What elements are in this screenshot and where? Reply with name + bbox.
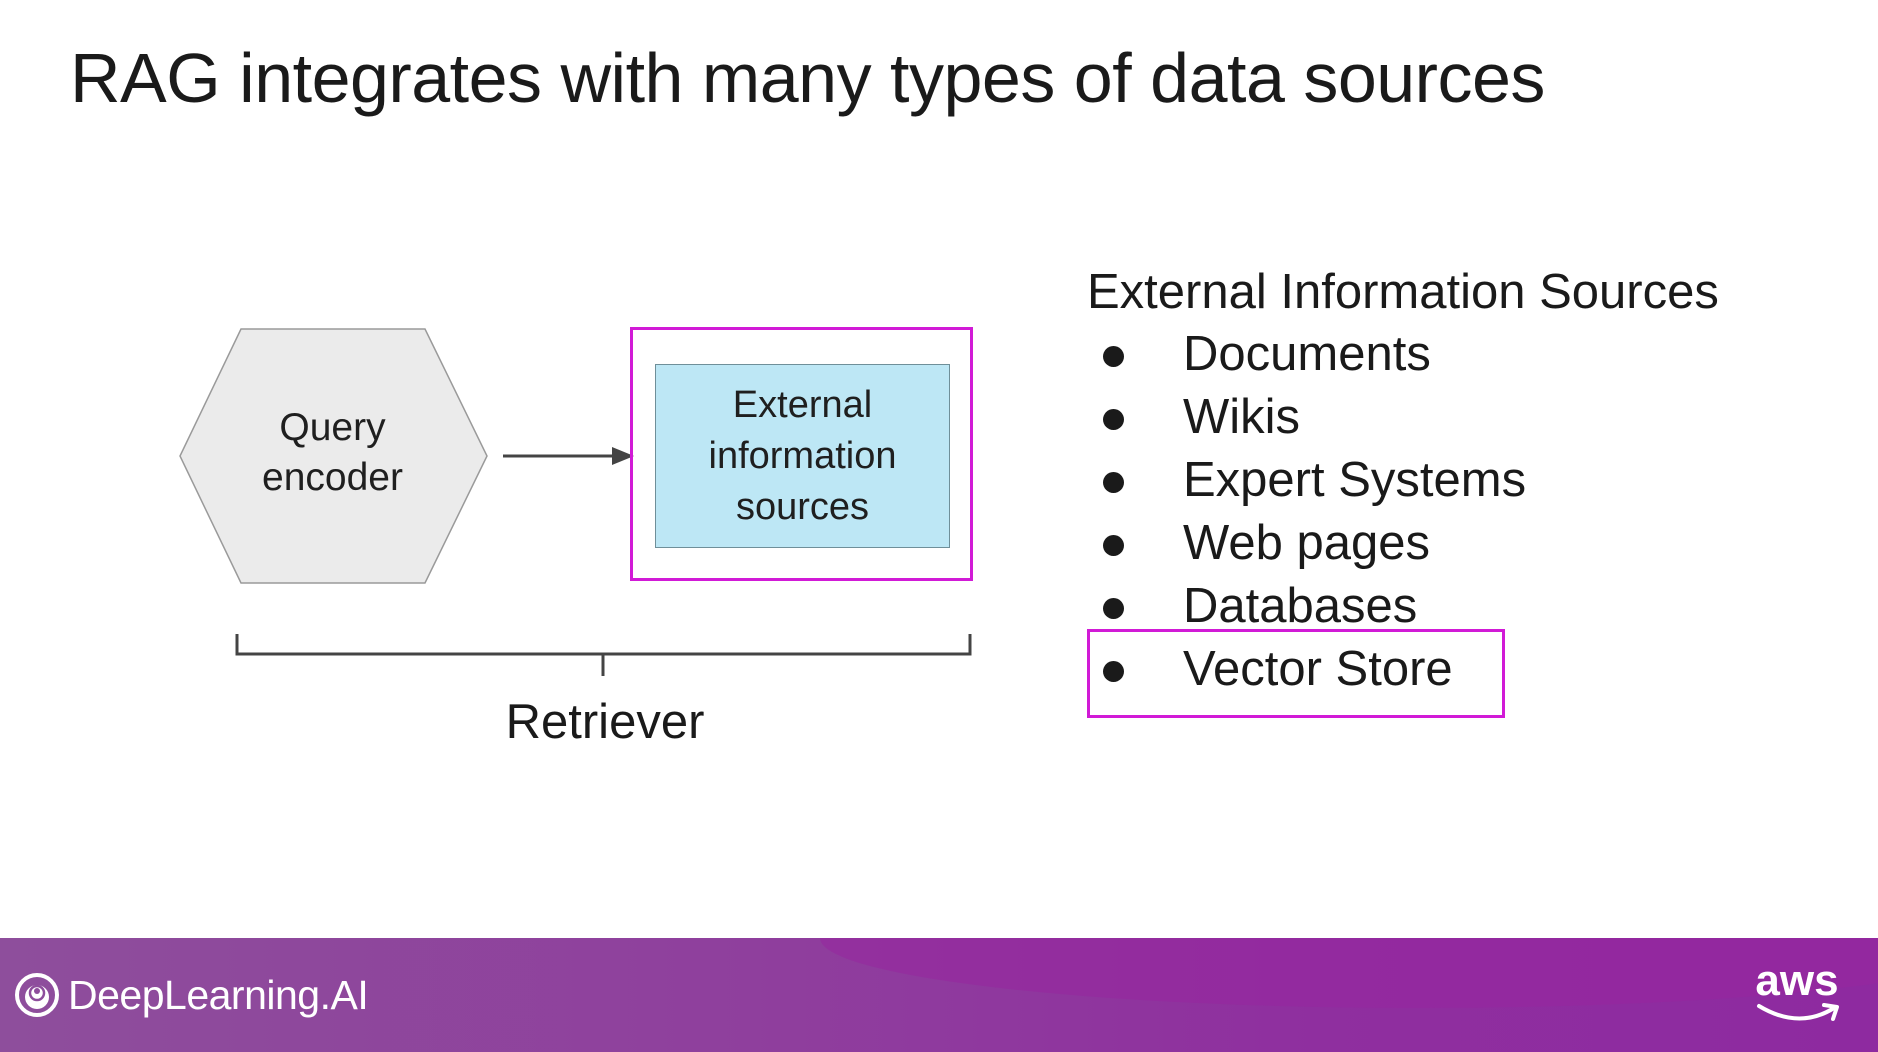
bullet-icon xyxy=(1103,472,1124,493)
aws-logo: aws xyxy=(1752,956,1842,1028)
footer-wave xyxy=(820,938,1878,1008)
brand-name: DeepLearning.AI xyxy=(68,971,369,1018)
aws-logo-text: aws xyxy=(1755,956,1839,1005)
footer-bar: DeepLearning.AI aws xyxy=(0,938,1878,1052)
external-sources-line: External xyxy=(732,383,873,426)
aws-smile-icon xyxy=(1757,1003,1839,1021)
list-item-label: Expert Systems xyxy=(1183,453,1527,507)
list-item-label: Web pages xyxy=(1183,516,1430,570)
external-sources-line: information xyxy=(708,434,897,477)
sources-heading: External Information Sources xyxy=(1087,265,1719,319)
list-item-label: Wikis xyxy=(1183,390,1301,444)
query-encoder-line: encoder xyxy=(262,456,403,499)
external-sources-box: External information sources xyxy=(655,364,950,548)
external-sources-line: sources xyxy=(735,485,870,528)
bullet-icon xyxy=(1103,409,1124,430)
list-item-label: Documents xyxy=(1183,327,1431,381)
bullet-icon xyxy=(1103,535,1124,556)
retriever-bracket xyxy=(235,634,972,676)
deeplearning-ai-logo: DeepLearning.AI xyxy=(14,938,369,1052)
query-encoder-label: Query encoder xyxy=(180,403,485,503)
query-encoder-line: Query xyxy=(279,406,386,449)
deeplearning-ai-logo-icon xyxy=(15,973,59,1017)
retriever-label: Retriever xyxy=(505,695,705,749)
bullet-icon xyxy=(1103,598,1124,619)
vector-store-highlight-box xyxy=(1087,629,1505,718)
bullet-icon xyxy=(1103,346,1124,367)
